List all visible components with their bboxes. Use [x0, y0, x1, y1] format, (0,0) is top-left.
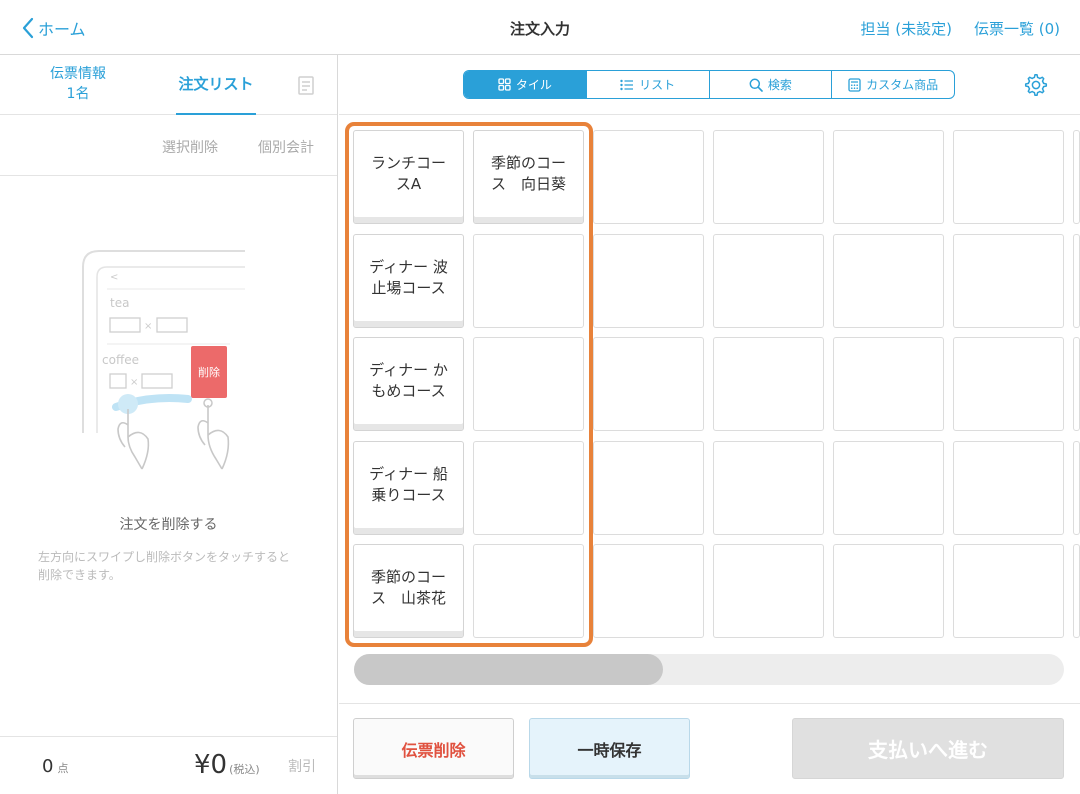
product-grid-scrollbar[interactable]	[354, 654, 1064, 685]
order-panel-tabs: 伝票情報 1名 注文リスト	[0, 55, 337, 115]
empty-tile	[473, 234, 584, 328]
empty-tile	[1073, 337, 1080, 431]
view-mode-tile-label: タイル	[515, 78, 552, 92]
toolbar-divider	[339, 114, 1080, 115]
product-tile-label: ランチコー スA	[370, 154, 446, 193]
view-mode-search[interactable]: 検索	[710, 71, 833, 98]
empty-tile	[953, 337, 1064, 431]
empty-tile	[1073, 544, 1080, 638]
illus-delete-label: 削除	[198, 365, 220, 379]
receipt-icon[interactable]	[297, 75, 317, 97]
product-tile[interactable]: ディナー か もめコース	[353, 337, 464, 431]
empty-tile	[953, 130, 1064, 224]
view-mode-list-label: リスト	[639, 78, 676, 92]
empty-state-title: 注文を削除する	[119, 517, 218, 533]
delete-slip-button[interactable]: 伝票削除	[353, 718, 514, 779]
staff-button[interactable]: 担当 (未設定)	[860, 18, 951, 39]
empty-tile	[953, 544, 1064, 638]
view-mode-list[interactable]: リスト	[587, 71, 710, 98]
order-actions: 選択削除 個別会計	[0, 115, 337, 176]
illus-item-tea: tea	[110, 296, 129, 310]
item-count: 0点	[42, 756, 68, 777]
list-icon	[620, 79, 634, 90]
svg-text:<: <	[110, 272, 118, 283]
discount-button[interactable]: 割引	[288, 756, 316, 776]
order-total-value: ¥0	[194, 750, 228, 780]
empty-tile	[713, 544, 824, 638]
product-tile[interactable]: 季節のコー ス 向日葵	[473, 130, 584, 224]
chevron-left-icon	[22, 17, 34, 39]
empty-tile	[833, 337, 944, 431]
guest-count: 1名	[66, 86, 90, 102]
empty-tile	[953, 441, 1064, 535]
empty-tile	[593, 441, 704, 535]
back-button[interactable]: ホーム	[22, 16, 86, 40]
svg-text:×: ×	[130, 377, 138, 388]
back-label: ホーム	[38, 20, 86, 39]
view-mode-custom-item[interactable]: カスタム商品	[832, 71, 954, 98]
product-tile-label: ディナー 船 乗りコース	[369, 465, 448, 504]
view-mode-custom-item-label: カスタム商品	[866, 78, 939, 92]
tab-order-list[interactable]: 注文リスト	[176, 55, 256, 115]
empty-tile	[473, 337, 584, 431]
empty-tile	[833, 234, 944, 328]
empty-tile	[713, 441, 824, 535]
settings-gear-icon[interactable]	[1024, 73, 1048, 97]
split-bill-button[interactable]: 個別会計	[258, 137, 314, 157]
product-tile-label: ディナー か もめコース	[369, 361, 448, 400]
product-tile[interactable]: 季節のコー ス 山茶花	[353, 544, 464, 638]
calculator-icon	[848, 77, 861, 92]
empty-tile	[593, 234, 704, 328]
empty-state-description: 左方向にスワイプし削除ボタンをタッチすると削除できます。	[38, 550, 291, 582]
svg-text:×: ×	[144, 321, 152, 332]
view-mode-selector: タイル リスト 検索 カスタム商品	[463, 70, 955, 99]
product-tile[interactable]: ディナー 波 止場コース	[353, 234, 464, 328]
empty-tile	[713, 234, 824, 328]
hold-order-button[interactable]: 一時保存	[529, 718, 690, 779]
top-bar: ホーム 注文入力 担当 (未設定) 伝票一覧 (0)	[0, 0, 1080, 55]
scrollbar-thumb[interactable]	[354, 654, 663, 685]
illus-item-coffee: coffee	[102, 353, 139, 367]
order-panel: 伝票情報 1名 注文リスト 選択削除 個別会計 < tea × coffee ×…	[0, 55, 338, 794]
tab-slip-info-label: 伝票情報	[50, 66, 106, 82]
search-icon	[749, 78, 763, 92]
product-tile[interactable]: ディナー 船 乗りコース	[353, 441, 464, 535]
view-mode-search-label: 検索	[767, 78, 792, 92]
empty-tile	[1073, 441, 1080, 535]
product-tile-label: 季節のコー ス 向日葵	[490, 154, 566, 193]
order-total: ¥0 (税込)	[194, 750, 260, 780]
empty-tile	[473, 441, 584, 535]
empty-tile	[953, 234, 1064, 328]
empty-tile	[833, 544, 944, 638]
swipe-delete-illustration: < tea × coffee × 削除	[82, 250, 245, 470]
empty-tile	[1073, 130, 1080, 224]
empty-tile	[713, 130, 824, 224]
product-tile[interactable]: ランチコー スA	[353, 130, 464, 224]
slip-list-button[interactable]: 伝票一覧 (0)	[974, 18, 1060, 39]
proceed-to-payment-button[interactable]: 支払いへ進む	[792, 718, 1064, 779]
product-tile-label: 季節のコー ス 山茶花	[370, 568, 446, 607]
action-divider	[339, 703, 1080, 704]
order-summary: 0点 ¥0 (税込) 割引	[0, 736, 337, 794]
empty-tile	[833, 441, 944, 535]
empty-tile	[593, 130, 704, 224]
item-count-unit: 点	[57, 762, 69, 775]
empty-tile	[473, 544, 584, 638]
empty-tile	[1073, 234, 1080, 328]
grid-icon	[498, 78, 511, 91]
empty-tile	[593, 337, 704, 431]
tab-slip-info[interactable]: 伝票情報 1名	[28, 64, 128, 104]
delete-selected-button[interactable]: 選択削除	[162, 137, 218, 157]
empty-tile	[833, 130, 944, 224]
empty-tile	[713, 337, 824, 431]
view-mode-tile[interactable]: タイル	[464, 71, 587, 98]
item-count-value: 0	[42, 756, 54, 777]
product-tile-label: ディナー 波 止場コース	[369, 258, 448, 297]
empty-tile	[593, 544, 704, 638]
tax-included-label: (税込)	[229, 763, 260, 776]
